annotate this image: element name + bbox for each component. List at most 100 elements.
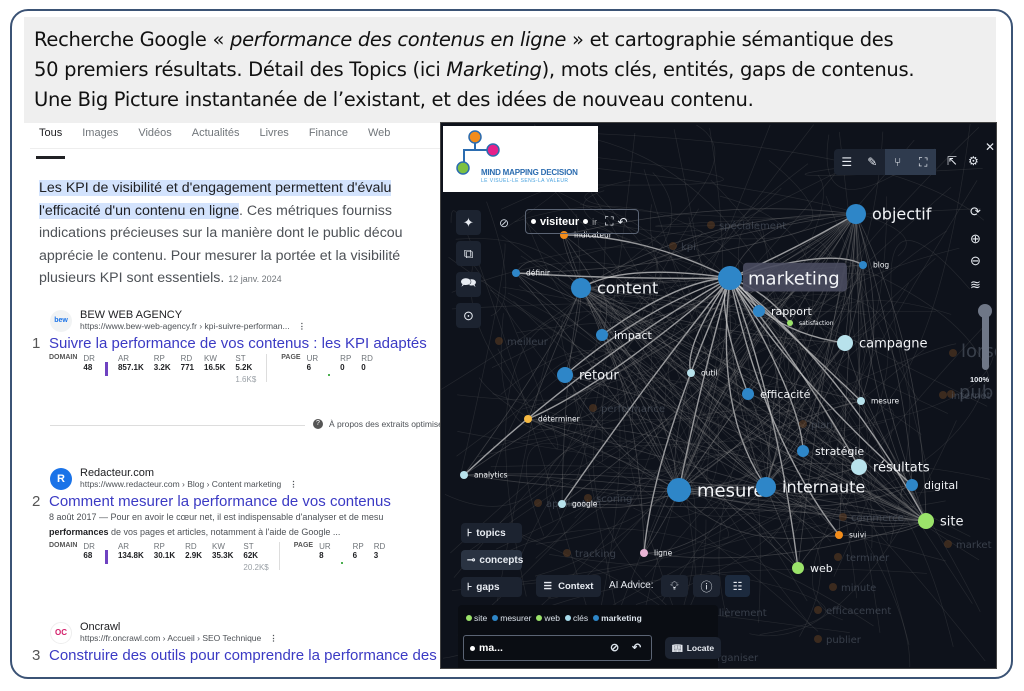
node-outil[interactable] [687, 369, 695, 377]
context-button[interactable]: ☰ Context [536, 575, 601, 597]
node-label[interactable]: retour [579, 369, 619, 384]
node-label[interactable]: suivi [849, 531, 866, 540]
faded-node[interactable] [939, 391, 947, 399]
gaps-button[interactable]: ⊦ gaps [461, 577, 522, 597]
zoom-in-button[interactable]: ⊕ [970, 231, 981, 247]
node-label[interactable]: rapport [771, 305, 812, 318]
node-site[interactable] [918, 513, 934, 529]
chip-site[interactable]: site [466, 613, 487, 623]
ai-info-button[interactable]: ⓘ [693, 575, 720, 597]
node-satisfaction[interactable] [787, 320, 793, 326]
more-options-icon[interactable]: ⋮ [269, 633, 278, 643]
about-snippets-link[interactable]: ? À propos des extraits optimisé [313, 419, 443, 429]
node-label[interactable]: impact [614, 329, 653, 342]
list-view-button[interactable]: ☰ [834, 149, 860, 175]
zoom-out-button[interactable]: ⊖ [970, 253, 981, 269]
fullscreen-button[interactable]: ⛶ [910, 149, 936, 175]
chip-clés[interactable]: clés [565, 613, 588, 623]
node-label[interactable]: content [597, 279, 658, 298]
node-label[interactable]: définir [526, 269, 551, 278]
more-options-icon[interactable]: ⋮ [289, 479, 298, 489]
result-title-link[interactable]: Construire des outils pour comprendre la… [49, 647, 437, 664]
tab-finance[interactable]: Finance [309, 127, 348, 148]
faded-node[interactable] [949, 349, 957, 357]
node-label[interactable]: déterminer [538, 415, 581, 424]
zoom-slider-handle[interactable] [978, 304, 992, 318]
tab-tous[interactable]: Tous [35, 127, 66, 159]
settings-button[interactable]: ⚙ [968, 154, 979, 168]
more-options-icon[interactable]: ⋮ [298, 321, 307, 331]
node-rapport[interactable] [753, 305, 765, 317]
node-internaute[interactable] [756, 477, 776, 497]
faded-node[interactable] [829, 583, 837, 591]
node-label[interactable]: digital [924, 479, 958, 492]
chip-web[interactable]: web [536, 613, 560, 623]
node-label[interactable]: blog [873, 261, 889, 270]
tab-actualites[interactable]: Actualités [192, 127, 240, 148]
hide-toggle[interactable]: ⊘ [499, 216, 509, 230]
faded-node[interactable] [799, 420, 807, 428]
node-analytics[interactable] [460, 471, 468, 479]
faded-node[interactable] [814, 635, 822, 643]
node-déterminer[interactable] [524, 415, 532, 423]
node-label[interactable]: web [810, 562, 833, 575]
undo-icon[interactable]: ↶ [618, 215, 628, 229]
edit-button[interactable]: ✎ [860, 149, 886, 175]
node-retour[interactable] [557, 367, 573, 383]
node-label[interactable]: stratégie [815, 445, 864, 458]
node-label[interactable]: mesure [871, 397, 899, 406]
node-mesurer[interactable] [667, 478, 691, 502]
node-label[interactable]: outil [701, 369, 717, 378]
node-marketing[interactable] [718, 266, 742, 290]
node-label[interactable]: internaute [782, 478, 865, 497]
node-stratégie[interactable] [797, 445, 809, 457]
node-label[interactable]: google [572, 500, 598, 509]
result-title-link[interactable]: Comment mesurer la performance de vos co… [49, 493, 391, 510]
node-digital[interactable] [906, 479, 918, 491]
node-label[interactable]: analytics [474, 471, 508, 480]
node-label[interactable]: campagne [859, 337, 928, 352]
site-url[interactable]: https://www.bew-web-agency.fr › kpi-suiv… [80, 321, 290, 331]
node-label[interactable]: marketing [748, 268, 840, 289]
concepts-button[interactable]: ⊸ concepts [461, 550, 523, 570]
node-efficacité[interactable] [742, 388, 754, 400]
expand-icon[interactable]: ⛶ [605, 214, 613, 229]
faded-node[interactable] [589, 404, 597, 412]
topics-button[interactable]: ⊦ topics [461, 523, 522, 543]
locate-button[interactable]: 📖︎ Locate [665, 637, 721, 659]
site-url[interactable]: https://fr.oncrawl.com › Accueil › SEO T… [80, 633, 261, 643]
copy-button[interactable]: ⧉ [456, 241, 481, 266]
sparkle-button[interactable]: ✦ [456, 210, 481, 235]
node-label[interactable]: résultats [873, 461, 930, 476]
play-button[interactable]: ⊙ [456, 303, 481, 328]
node-mesure[interactable] [857, 397, 865, 405]
faded-node[interactable] [707, 221, 715, 229]
site-url[interactable]: https://www.redacteur.com › Blog › Conte… [80, 479, 281, 489]
node-suivi[interactable] [835, 531, 843, 539]
eye-off-icon[interactable]: ⊘ [610, 641, 619, 654]
node-label[interactable]: objectif [872, 205, 932, 224]
chip-marketing[interactable]: marketing [593, 613, 642, 623]
focus-filter[interactable]: visiteur ir ⛶ ↶ [525, 209, 639, 234]
node-objectif[interactable] [846, 204, 866, 224]
refresh-button[interactable]: ⟳ [970, 204, 981, 220]
graph-view-button[interactable]: ⑂ [885, 149, 911, 175]
faded-node[interactable] [563, 549, 571, 557]
tab-images[interactable]: Images [82, 127, 118, 148]
layers-button[interactable]: ≋ [970, 277, 981, 293]
share-button[interactable]: ⇱ [947, 154, 957, 168]
faded-node[interactable] [814, 606, 822, 614]
node-ligne[interactable] [640, 549, 648, 557]
close-button[interactable]: ✕ [985, 140, 995, 154]
node-campagne[interactable] [837, 335, 853, 351]
node-blog[interactable] [859, 261, 867, 269]
ai-list-button[interactable]: ☷ [725, 575, 750, 597]
node-web[interactable] [792, 562, 804, 574]
node-label[interactable]: efficacité [760, 388, 811, 401]
faded-node[interactable] [495, 337, 503, 345]
node-google[interactable] [558, 500, 566, 508]
node-label[interactable]: ligne [654, 549, 673, 558]
node-résultats[interactable] [851, 459, 867, 475]
chip-mesurer[interactable]: mesurer [492, 613, 531, 623]
tab-videos[interactable]: Vidéos [138, 127, 171, 148]
